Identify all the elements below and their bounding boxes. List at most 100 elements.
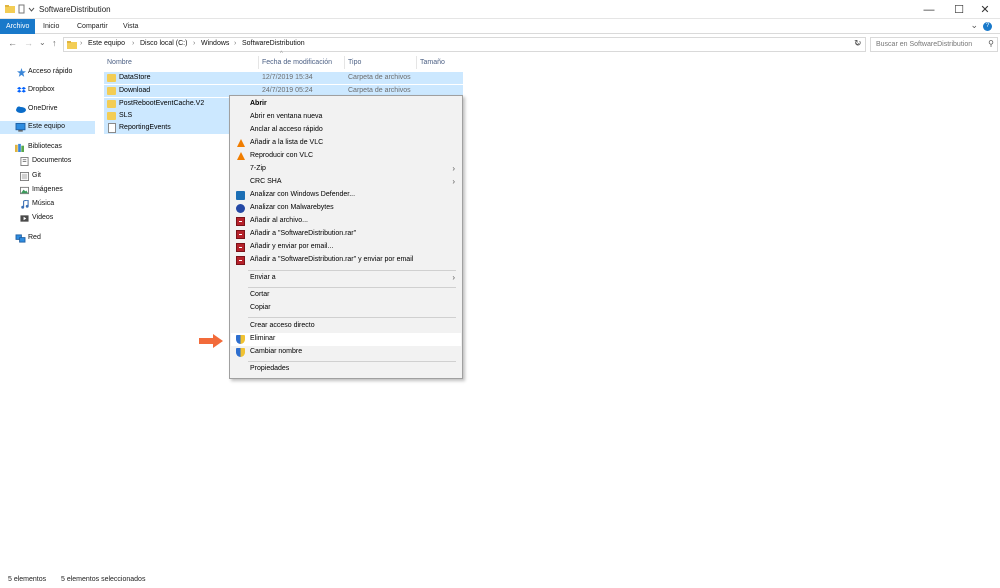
menu-item-reproducir-vlc[interactable]: Reproducir con VLC	[231, 150, 461, 163]
breadcrumb-separator: ›	[193, 40, 196, 47]
menu-separator	[248, 270, 456, 271]
sidebar-item-onedrive[interactable]: OneDrive	[0, 103, 95, 116]
menu-item-crc-sha[interactable]: CRC SHA ›	[231, 176, 461, 189]
sidebar-item-musica[interactable]: Música	[0, 198, 95, 211]
sidebar-item-documentos[interactable]: Documentos	[0, 155, 95, 168]
close-button[interactable]: ✕	[970, 0, 1000, 19]
menu-item-cortar[interactable]: Cortar	[231, 289, 461, 302]
sidebar-item-imagenes[interactable]: Imágenes	[0, 184, 95, 197]
sidebar-item-este-equipo[interactable]: Este equipo	[0, 121, 95, 134]
breadcrumb-disco-local[interactable]: Disco local (C:)	[140, 40, 187, 47]
tab-vista[interactable]: Vista	[117, 19, 144, 34]
up-button[interactable]: ↑	[52, 38, 57, 48]
status-item-count: 5 elementos	[8, 576, 47, 583]
help-icon[interactable]: ?	[983, 22, 992, 31]
vlc-icon	[237, 152, 245, 160]
menu-item-abrir-ventana-nueva[interactable]: Abrir en ventana nueva	[231, 111, 461, 124]
sidebar-item-videos[interactable]: Videos	[0, 212, 95, 225]
annotation-arrow-icon	[199, 334, 223, 348]
tab-archivo[interactable]: Archivo	[0, 19, 36, 34]
menu-item-anadir-rar[interactable]: Añadir a "SoftwareDistribution.rar"	[231, 228, 461, 241]
sidebar-item-bibliotecas[interactable]: Bibliotecas	[0, 141, 95, 154]
menu-item-eliminar[interactable]: Eliminar	[231, 333, 461, 346]
menu-item-abrir[interactable]: Abrir	[231, 98, 461, 111]
menu-item-cambiar-nombre[interactable]: Cambiar nombre	[231, 346, 461, 359]
search-icon: ⚲	[988, 39, 994, 48]
submenu-arrow-icon: ›	[452, 177, 455, 186]
breadcrumb-separator: ›	[132, 40, 135, 47]
sidebar-item-git[interactable]: Git	[0, 170, 95, 183]
winrar-icon	[236, 243, 245, 252]
table-row[interactable]: DataStore 12/7/2019 15:34 Carpeta de arc…	[104, 72, 463, 84]
search-input[interactable]: Buscar en SoftwareDistribution ⚲	[870, 37, 998, 52]
submenu-arrow-icon: ›	[452, 273, 455, 282]
folder-icon	[67, 41, 77, 49]
vlc-icon	[237, 139, 245, 147]
breadcrumb-este-equipo[interactable]: Este equipo	[88, 40, 125, 47]
menu-item-anadir-rar-enviar-email[interactable]: Añadir a "SoftwareDistribution.rar" y en…	[231, 254, 461, 267]
ribbon-expand-icon[interactable]: ⌄	[970, 20, 978, 31]
videos-icon	[20, 215, 29, 222]
dropbox-icon	[17, 86, 26, 93]
folder-icon	[107, 74, 116, 82]
menu-item-anclar-acceso-rapido[interactable]: Anclar al acceso rápido	[231, 124, 461, 137]
dropdown-arrow-icon[interactable]	[28, 4, 35, 14]
menu-item-propiedades[interactable]: Propiedades	[231, 363, 461, 376]
menu-separator	[248, 361, 456, 362]
sidebar-item-red[interactable]: Red	[0, 232, 95, 245]
menu-item-copiar[interactable]: Copiar	[231, 302, 461, 315]
admin-shield-icon	[236, 348, 245, 357]
tab-inicio[interactable]: Inicio	[37, 19, 65, 34]
menu-separator	[248, 317, 456, 318]
breadcrumb-separator: ›	[80, 40, 83, 47]
title-bar: SoftwareDistribution — ☐ ✕	[0, 0, 1000, 19]
address-row: ← → ⌄ ↑ › Este equipo › Disco local (C:)…	[0, 34, 1000, 54]
cloud-icon	[16, 106, 26, 113]
back-button[interactable]: ←	[8, 38, 17, 48]
folder-icon	[107, 87, 116, 95]
forward-button[interactable]: →	[24, 38, 33, 48]
window-title: SoftwareDistribution	[39, 5, 111, 14]
winrar-icon	[236, 256, 245, 265]
column-header-fecha[interactable]: Fecha de modificación	[259, 56, 344, 70]
computer-icon	[15, 123, 26, 132]
menu-item-anadir-enviar-email[interactable]: Añadir y enviar por email...	[231, 241, 461, 254]
column-header-tipo[interactable]: Tipo	[345, 56, 416, 70]
windows-defender-icon	[236, 191, 245, 200]
ribbon-tabs: Archivo Inicio Compartir Vista ⌄ ?	[0, 19, 1000, 34]
address-bar[interactable]: › Este equipo › Disco local (C:) › Windo…	[63, 37, 866, 52]
refresh-button[interactable]: ↻	[854, 38, 862, 49]
column-header-tamano[interactable]: Tamaño	[417, 56, 463, 70]
breadcrumb-windows[interactable]: Windows	[201, 40, 229, 47]
submenu-arrow-icon: ›	[452, 164, 455, 173]
library-icon	[15, 143, 24, 152]
breadcrumb-separator: ›	[234, 40, 237, 47]
status-selected-count: 5 elementos seleccionados	[61, 576, 146, 583]
winrar-icon	[236, 217, 245, 226]
menu-item-7zip[interactable]: 7-Zip ›	[231, 163, 461, 176]
menu-item-anadir-archivo[interactable]: Añadir al archivo...	[231, 215, 461, 228]
sidebar-item-acceso-rapido[interactable]: Acceso rápido	[0, 66, 95, 79]
documents-icon	[20, 157, 29, 166]
menu-separator	[248, 287, 456, 288]
search-placeholder: Buscar en SoftwareDistribution	[876, 41, 973, 48]
network-icon	[15, 234, 26, 243]
git-icon	[20, 172, 29, 181]
menu-item-malwarebytes[interactable]: Analizar con Malwarebytes	[231, 202, 461, 215]
menu-item-crear-acceso-directo[interactable]: Crear acceso directo	[231, 320, 461, 333]
menu-item-enviar-a[interactable]: Enviar a ›	[231, 272, 461, 285]
malwarebytes-icon	[236, 204, 245, 213]
breadcrumb-softwaredistribution[interactable]: SoftwareDistribution	[242, 40, 305, 47]
folder-icon	[107, 112, 116, 120]
folder-icon	[107, 100, 116, 108]
minimize-button[interactable]: —	[914, 0, 944, 19]
folder-icon	[5, 5, 15, 13]
column-header-nombre[interactable]: Nombre	[104, 56, 258, 70]
navigation-pane: Acceso rápido Dropbox OneDrive Este equi…	[0, 56, 97, 571]
tab-compartir[interactable]: Compartir	[71, 19, 114, 34]
undo-icon[interactable]	[18, 4, 26, 14]
recent-locations-button[interactable]: ⌄	[39, 38, 46, 47]
menu-item-anadir-lista-vlc[interactable]: Añadir a la lista de VLC	[231, 137, 461, 150]
menu-item-windows-defender[interactable]: Analizar con Windows Defender...	[231, 189, 461, 202]
sidebar-item-dropbox[interactable]: Dropbox	[0, 84, 95, 97]
